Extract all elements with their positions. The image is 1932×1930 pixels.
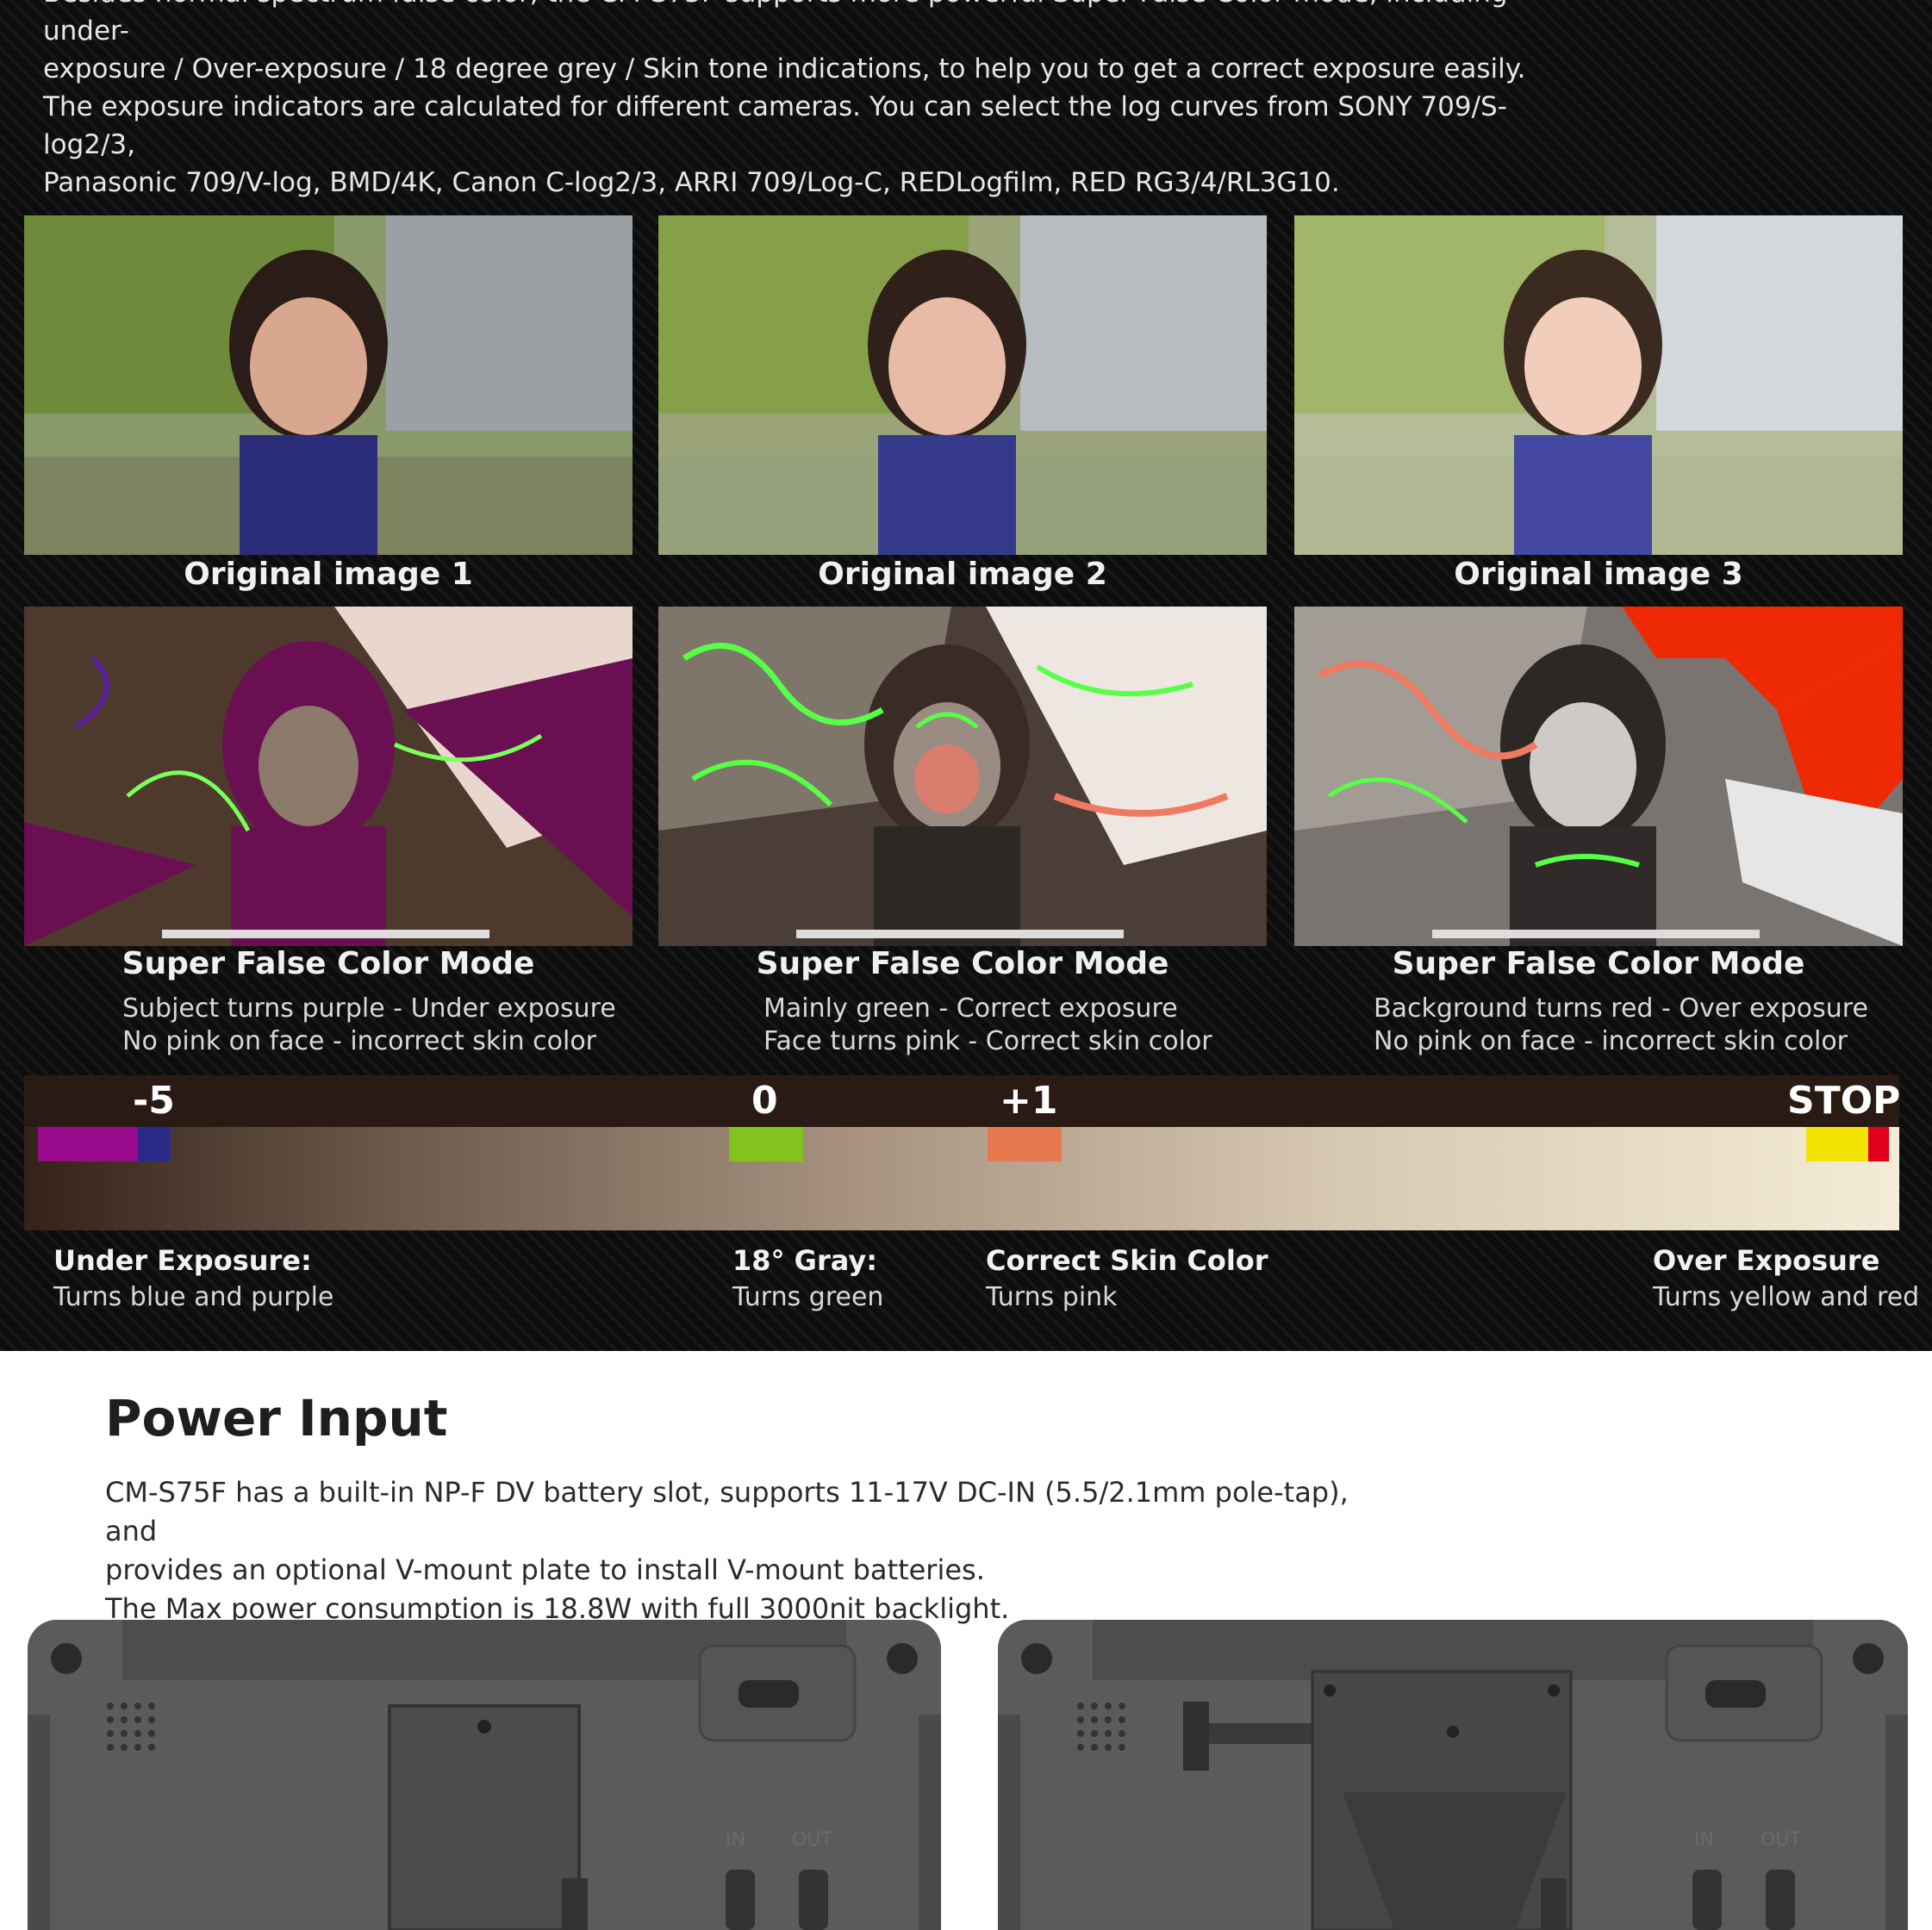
original-image-3 [1294,215,1903,555]
port-out-label-1: OUT [792,1829,832,1851]
mode-desc-2-line-2: Face turns pink - Correct skin color [763,1026,1212,1056]
power-line-1: CM-S75F has a built-in NP-F DV battery s… [105,1476,1349,1547]
power-input-text: CM-S75F has a built-in NP-F DV battery s… [105,1473,1398,1628]
legend-skin-desc: Turns pink [986,1282,1118,1312]
port-out-label-2: OUT [1761,1829,1801,1851]
mode-desc-3-line-1: Background turns red - Over exposure [1374,993,1868,1024]
mode-desc-1-line-1: Subject turns purple - Under exposure [122,993,616,1024]
mode-desc-1: Subject turns purple - Under exposure No… [122,993,616,1058]
swatch-purple [38,1127,138,1161]
intro-line-1: Besides normal spectrum false color, the… [43,0,1508,47]
mode-desc-2-line-1: Mainly green - Correct exposure [763,993,1178,1024]
legend-skin-title: Correct Skin Color [986,1244,1268,1277]
original-caption-2: Original image 2 [818,557,1107,592]
false-color-image-3 [1294,607,1903,946]
stop-label-0: 0 [751,1079,778,1123]
swatch-green [729,1127,803,1161]
port-in-label-1: IN [726,1829,745,1851]
mode-title-3: Super False Color Mode [1392,946,1805,981]
false-color-image-2 [658,607,1267,946]
mode-desc-3-line-2: No pink on face - incorrect skin color [1374,1026,1848,1056]
mode-title-2: Super False Color Mode [756,946,1169,981]
stop-label-minus5: -5 [133,1079,175,1123]
exposure-scale: -5 0 +1 STOP [24,1075,1901,1230]
intro-text: Besides normal spectrum false color, the… [43,0,1551,202]
original-caption-1: Original image 1 [184,557,473,592]
monitor-back-npf-image: IN OUT [28,1620,941,1930]
mode-desc-1-line-2: No pink on face - incorrect skin color [122,1026,597,1056]
legend-under-desc: Turns blue and purple [53,1282,334,1312]
swatch-red [1868,1127,1889,1161]
monitor-back-vmount-image: IN OUT [998,1620,1908,1930]
swatch-blue [138,1127,171,1161]
intro-line-4: Panasonic 709/V-log, BMD/4K, Canon C-log… [43,167,1340,198]
intro-line-3: The exposure indicators are calculated f… [43,91,1507,160]
power-line-2: provides an optional V-mount plate to in… [105,1553,985,1586]
swatch-yellow [1806,1127,1868,1161]
legend-over-desc: Turns yellow and red [1653,1282,1920,1312]
original-image-2 [658,215,1267,555]
legend-gray-title: 18° Gray: [732,1244,877,1277]
original-image-1 [24,215,633,555]
port-in-label-2: IN [1694,1829,1714,1851]
stop-label-plus1: +1 [1000,1079,1058,1123]
power-input-heading: Power Input [105,1389,448,1448]
mode-desc-3: Background turns red - Over exposure No … [1374,993,1868,1058]
original-caption-3: Original image 3 [1454,557,1743,592]
legend-gray-desc: Turns green [732,1282,884,1312]
scale-top-band [24,1075,1899,1127]
legend-over-title: Over Exposure [1653,1244,1880,1277]
intro-line-2: exposure / Over-exposure / 18 degree gre… [43,53,1526,84]
swatch-pink [988,1127,1062,1161]
stop-label-stop: STOP [1787,1079,1901,1123]
mode-desc-2: Mainly green - Correct exposure Face tur… [763,993,1212,1058]
mode-title-1: Super False Color Mode [122,946,535,981]
false-color-image-1 [24,607,633,946]
false-color-section: Besides normal spectrum false color, the… [0,0,1932,1351]
legend-under-title: Under Exposure: [53,1244,312,1277]
